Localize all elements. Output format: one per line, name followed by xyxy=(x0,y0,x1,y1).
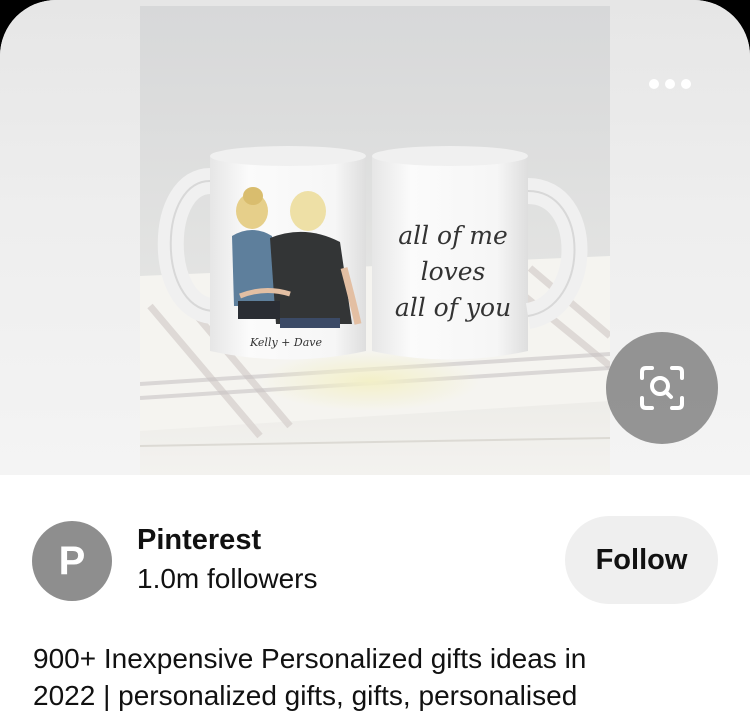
creator-name[interactable]: Pinterest xyxy=(137,524,261,557)
mug-script-line-3: all of you xyxy=(395,293,511,322)
board-title-line-1: 900+ Inexpensive Personalized gifts idea… xyxy=(33,643,587,674)
visual-search-icon xyxy=(640,366,684,410)
more-horizontal-icon-dot xyxy=(681,79,691,89)
more-horizontal-icon xyxy=(649,79,659,89)
pin-image-area[interactable]: Kelly + Dave all of me loves all of you xyxy=(0,0,750,475)
visual-search-button[interactable] xyxy=(606,332,718,444)
more-horizontal-icon-dot xyxy=(665,79,675,89)
board-title[interactable]: 900+ Inexpensive Personalized gifts idea… xyxy=(33,640,723,714)
mug-script-line-1: all of me xyxy=(398,221,508,250)
more-options-button[interactable] xyxy=(636,62,704,106)
mug-script-line-2: loves xyxy=(421,257,486,286)
pin-image[interactable]: Kelly + Dave all of me loves all of you xyxy=(140,6,610,475)
pin-card: Kelly + Dave all of me loves all of you xyxy=(0,0,750,717)
follow-button[interactable]: Follow xyxy=(565,516,718,604)
mug-names-text: Kelly + Dave xyxy=(249,336,322,349)
board-title-line-2: 2022 | personalized gifts, gifts, person… xyxy=(33,680,578,711)
creator-avatar[interactable]: P xyxy=(32,521,112,601)
follower-count: 1.0m followers xyxy=(137,563,318,594)
